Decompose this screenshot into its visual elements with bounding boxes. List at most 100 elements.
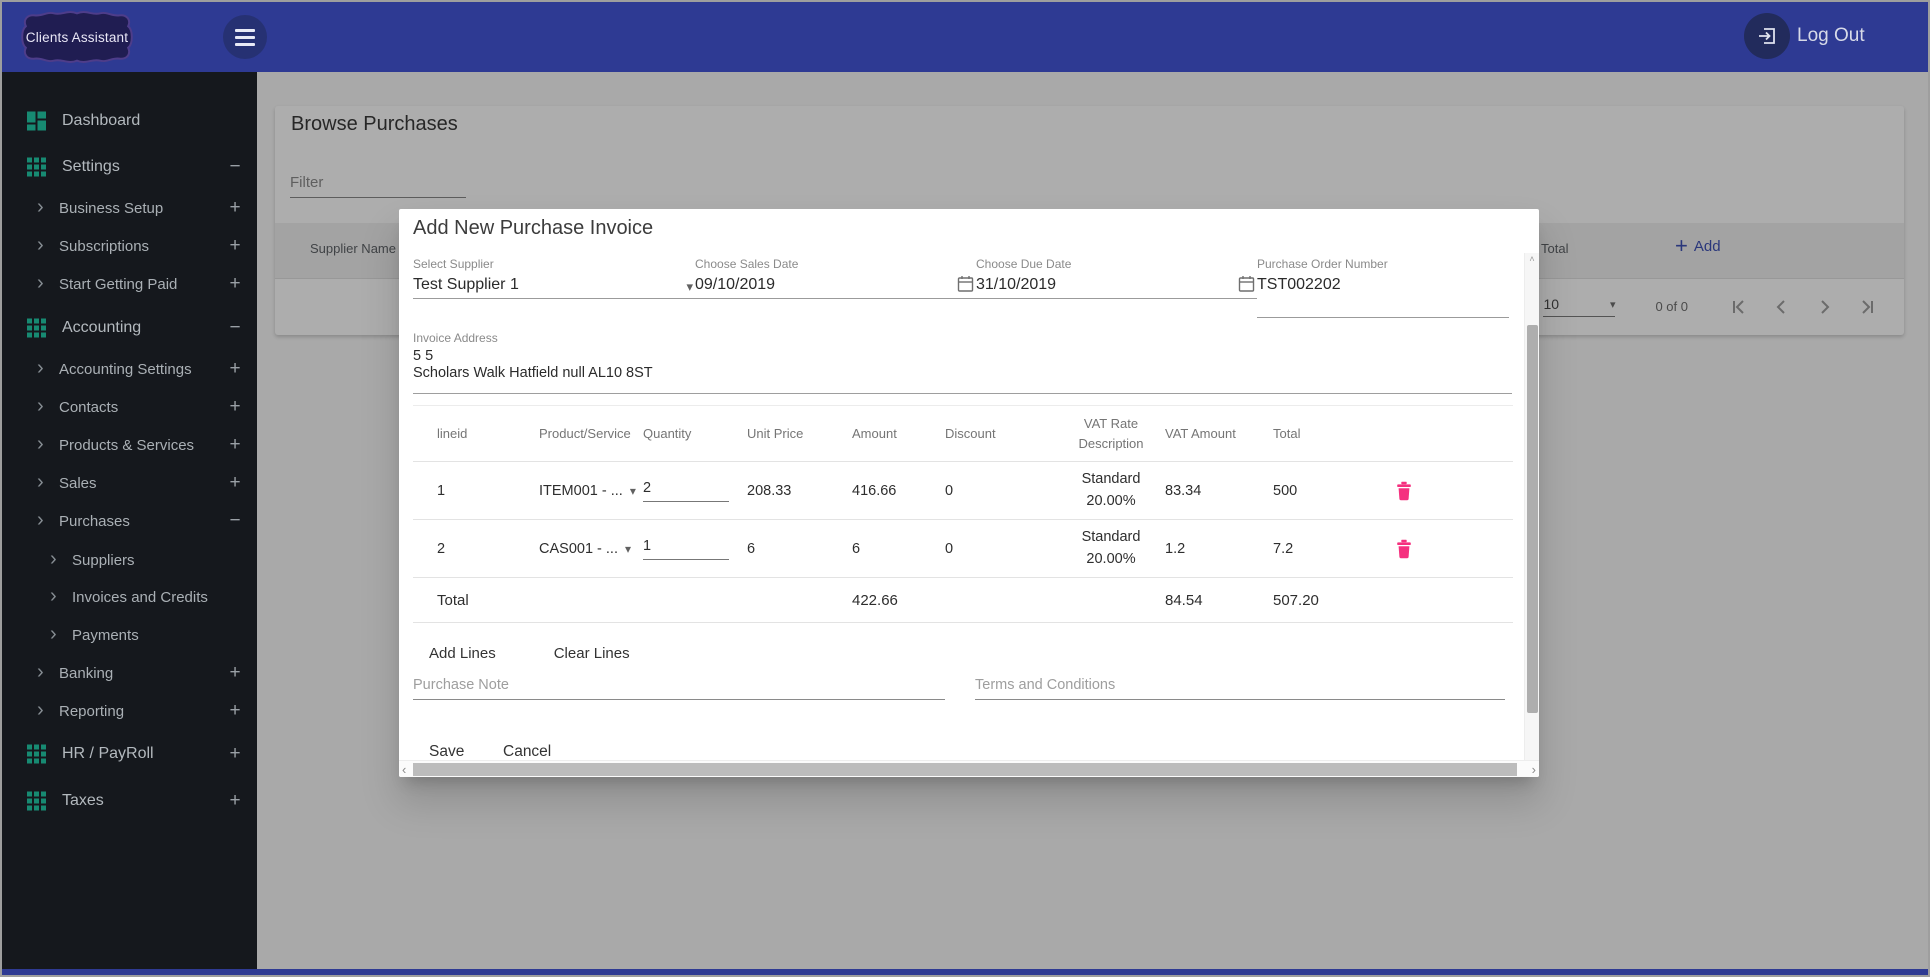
top-bar: Clients Assistant Log Out (2, 2, 1928, 72)
chevron-right-icon: › (37, 195, 44, 218)
expand-plus-icon[interactable]: + (224, 434, 246, 456)
sidebar-item-purchases[interactable]: › Purchases − (2, 505, 257, 537)
invoice-lines-table: lineid Product/Service Quantity Unit Pri… (413, 405, 1513, 623)
calendar-icon[interactable] (957, 275, 974, 298)
sidebar-item-invoices-and-credits[interactable]: › Invoices and Credits (2, 581, 257, 613)
terms-and-conditions-input[interactable] (975, 675, 1505, 700)
total-amount: 422.66 (852, 591, 898, 609)
invoice-address-line2: Scholars Walk Hatfield null AL10 8ST (413, 365, 653, 381)
delete-line-button[interactable] (1383, 481, 1513, 501)
invoice-line-row: 1 ITEM001 - ... ▾ 2 208.33 416.66 0 Stan… (413, 462, 1513, 520)
collapse-minus-icon[interactable]: − (224, 156, 246, 178)
apps-grid-icon (26, 318, 47, 339)
logout-icon (1744, 13, 1790, 59)
hamburger-menu-icon[interactable] (223, 15, 267, 59)
dialog-vertical-scrollbar[interactable]: ˄ (1524, 253, 1539, 761)
dashboard-icon (26, 111, 47, 132)
expand-plus-icon[interactable]: + (224, 743, 246, 765)
lines-table-header-row: lineid Product/Service Quantity Unit Pri… (413, 406, 1513, 462)
expand-plus-icon[interactable]: + (224, 358, 246, 380)
scroll-left-icon[interactable]: ‹ (402, 762, 406, 777)
sidebar-item-business-setup[interactable]: › Business Setup + (2, 192, 257, 224)
dialog-title: Add New Purchase Invoice (413, 217, 654, 239)
line-actions: Add Lines Clear Lines (429, 645, 630, 662)
quantity-input[interactable]: 1 (643, 538, 747, 560)
total-gross: 507.20 (1273, 591, 1319, 609)
purchase-order-number-field[interactable]: Purchase Order Number TST002202 (1257, 257, 1509, 319)
total-vat-amount: 84.54 (1165, 591, 1203, 609)
chevron-right-icon: › (50, 622, 57, 645)
expand-plus-icon[interactable]: + (224, 662, 246, 684)
chevron-right-icon: › (37, 432, 44, 455)
sidebar-item-start-getting-paid[interactable]: › Start Getting Paid + (2, 268, 257, 300)
sidebar-item-banking[interactable]: › Banking + (2, 657, 257, 689)
invoice-address-label: Invoice Address (413, 331, 498, 345)
calendar-icon[interactable] (1238, 275, 1255, 298)
dialog-horizontal-scrollbar[interactable]: ‹ › (399, 760, 1539, 777)
sidebar-item-accounting[interactable]: Accounting − (2, 312, 257, 344)
expand-plus-icon[interactable]: + (224, 790, 246, 812)
sidebar-item-suppliers[interactable]: › Suppliers (2, 544, 257, 576)
expand-plus-icon[interactable]: + (224, 235, 246, 257)
logout-label: Log Out (1797, 25, 1865, 46)
sidebar-item-subscriptions[interactable]: › Subscriptions + (2, 230, 257, 262)
purchase-note-input[interactable] (413, 675, 945, 700)
save-button[interactable]: Save (429, 743, 464, 761)
chevron-right-icon: › (37, 470, 44, 493)
chevron-right-icon: › (37, 698, 44, 721)
totals-row: Total 422.66 84.54 507.20 (413, 578, 1513, 623)
chevron-right-icon: › (50, 547, 57, 570)
sidebar-item-reporting[interactable]: › Reporting + (2, 695, 257, 727)
logout-button[interactable]: Log Out (1744, 13, 1865, 59)
sidebar-item-taxes[interactable]: Taxes + (2, 785, 257, 817)
expand-plus-icon[interactable]: + (224, 273, 246, 295)
invoice-line-row: 2 CAS001 - ... ▾ 1 6 6 0 Standard 20.00%… (413, 520, 1513, 578)
scroll-up-icon[interactable]: ˄ (1525, 254, 1539, 264)
dropdown-arrow-icon: ▾ (629, 483, 636, 498)
chevron-right-icon: › (50, 584, 57, 607)
add-lines-button[interactable]: Add Lines (429, 645, 496, 662)
dropdown-arrow-icon: ▾ (686, 279, 693, 294)
chevron-right-icon: › (37, 394, 44, 417)
horizontal-scrollbar-thumb[interactable] (413, 763, 1517, 776)
apps-grid-icon (26, 157, 47, 178)
sidebar-item-settings[interactable]: Settings − (2, 151, 257, 183)
trash-icon (1397, 539, 1411, 558)
collapse-minus-icon[interactable]: − (224, 510, 246, 532)
expand-plus-icon[interactable]: + (224, 396, 246, 418)
dropdown-arrow-icon: ▾ (624, 541, 632, 556)
due-date-field[interactable]: Choose Due Date 31/10/2019 (976, 257, 1257, 319)
chevron-right-icon: › (37, 508, 44, 531)
brand-logo[interactable]: Clients Assistant (18, 8, 136, 66)
apps-grid-icon (26, 791, 47, 812)
sidebar-item-payments[interactable]: › Payments (2, 619, 257, 651)
clear-lines-button[interactable]: Clear Lines (554, 645, 630, 662)
product-select[interactable]: CAS001 - ... ▾ (539, 541, 643, 557)
expand-plus-icon[interactable]: + (224, 700, 246, 722)
chevron-right-icon: › (37, 233, 44, 256)
vertical-scrollbar-thumb[interactable] (1527, 325, 1538, 713)
sidebar-item-accounting-settings[interactable]: › Accounting Settings + (2, 353, 257, 385)
invoice-address-line1: 5 5 (413, 348, 434, 364)
expand-plus-icon[interactable]: + (224, 472, 246, 494)
cancel-button[interactable]: Cancel (503, 743, 551, 761)
chevron-right-icon: › (37, 356, 44, 379)
sidebar-item-dashboard[interactable]: Dashboard (2, 105, 257, 137)
scroll-right-icon[interactable]: › (1532, 762, 1536, 777)
expand-plus-icon[interactable]: + (224, 197, 246, 219)
sidebar-item-hr-payroll[interactable]: HR / PayRoll + (2, 738, 257, 770)
product-select[interactable]: ITEM001 - ... ▾ (539, 483, 643, 499)
select-supplier-field[interactable]: Select Supplier Test Supplier 1 ▾ (413, 257, 697, 319)
bottom-accent-bar (2, 969, 1928, 975)
sidebar-item-products-services[interactable]: › Products & Services + (2, 429, 257, 461)
apps-grid-icon (26, 744, 47, 765)
sales-date-field[interactable]: Choose Sales Date 09/10/2019 (695, 257, 976, 319)
invoice-address-underline (413, 393, 1512, 394)
sidebar-item-sales[interactable]: › Sales + (2, 467, 257, 499)
sidebar-item-contacts[interactable]: › Contacts + (2, 391, 257, 423)
chevron-right-icon: › (37, 271, 44, 294)
trash-icon (1397, 481, 1411, 500)
collapse-minus-icon[interactable]: − (224, 317, 246, 339)
delete-line-button[interactable] (1383, 539, 1513, 559)
quantity-input[interactable]: 2 (643, 480, 747, 502)
